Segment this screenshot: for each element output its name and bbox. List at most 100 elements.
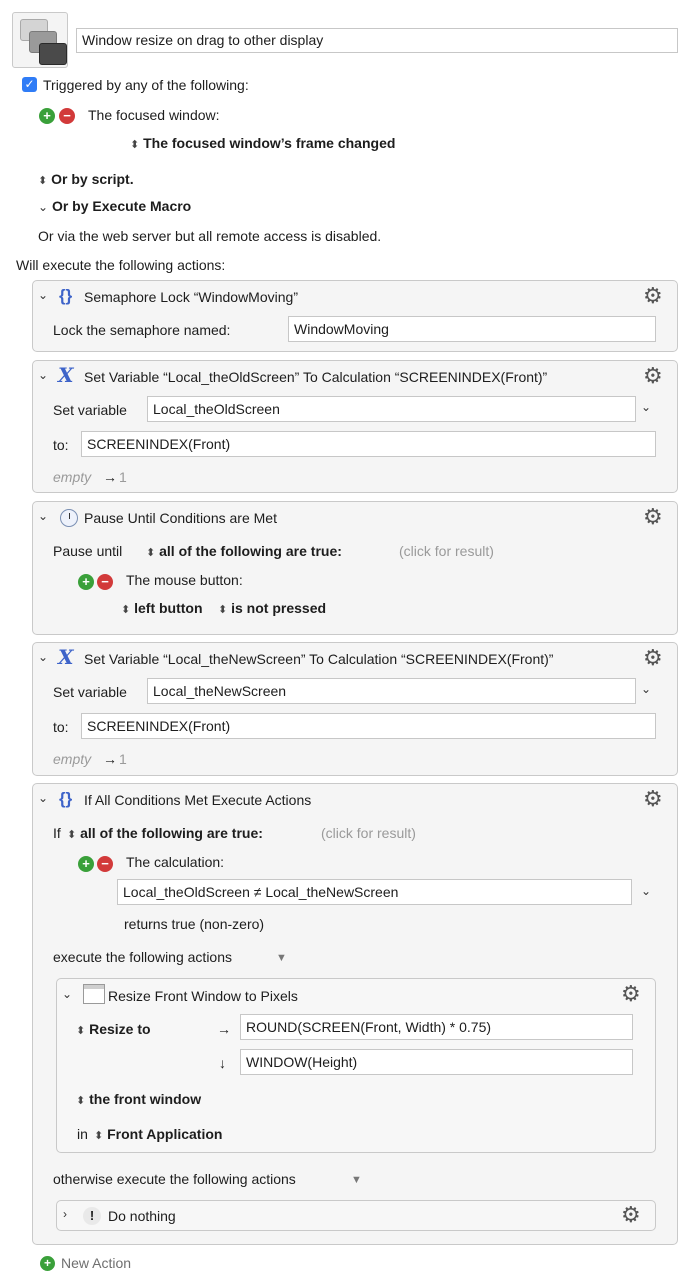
variable-icon: X	[58, 645, 74, 669]
condition-mode-popup[interactable]: ⬍ all of the following are true:	[146, 543, 342, 559]
condition-mode-label: all of the following are true:	[159, 543, 342, 559]
remove-condition-button[interactable]: −	[97, 856, 113, 872]
execute-label: execute the following actions	[53, 949, 232, 965]
or-by-execute-macro-label: Or by Execute Macro	[51, 198, 192, 214]
returns-note: returns true (non-zero)	[124, 916, 265, 932]
condition-mode-popup[interactable]: ⬍ all of the following are true:	[67, 825, 263, 841]
triggered-label: Triggered by any of the following:	[43, 77, 249, 93]
chevron-down-icon[interactable]: ⌄	[641, 682, 651, 696]
gear-icon[interactable]: ⚙	[643, 506, 663, 528]
action-do-nothing[interactable]: › ! Do nothing ⚙	[56, 1200, 656, 1231]
semaphore-name-field[interactable]: WindowMoving	[288, 316, 656, 342]
chevron-down-icon: ⌄	[38, 200, 49, 214]
action-title: Set Variable “Local_theNewScreen” To Cal…	[84, 651, 554, 667]
calculation-field[interactable]: SCREENINDEX(Front)	[81, 431, 656, 457]
window-target-popup[interactable]: ⬍ the front window	[76, 1091, 201, 1107]
width-field[interactable]: ROUND(SCREEN(Front, Width) * 0.75)	[240, 1014, 633, 1040]
gear-icon[interactable]: ⚙	[643, 285, 663, 307]
chevron-down-icon[interactable]: ⌄	[62, 987, 72, 1001]
action-if-all-conditions[interactable]: ⌄ {} If All Conditions Met Execute Actio…	[32, 783, 678, 1245]
result-prefix: empty	[53, 469, 92, 485]
focused-window-label: The focused window:	[88, 107, 220, 123]
chevron-down-icon[interactable]: ⌄	[38, 650, 48, 664]
new-action-icon[interactable]: +	[40, 1256, 55, 1271]
mouse-button-label: The mouse button:	[126, 572, 243, 588]
chevron-down-icon[interactable]: ⌄	[641, 400, 651, 414]
macro-name-field[interactable]: Window resize on drag to other display	[76, 28, 678, 53]
resize-mode-label: Resize to	[89, 1021, 151, 1037]
action-set-variable-new[interactable]: ⌄ X Set Variable “Local_theNewScreen” To…	[32, 642, 678, 776]
gear-icon[interactable]: ⚙	[643, 788, 663, 810]
add-trigger-button[interactable]: +	[39, 108, 55, 124]
updown-icon: ⬍	[94, 1130, 104, 1142]
remove-trigger-button[interactable]: −	[59, 108, 75, 124]
mouse-state-value: is not pressed	[231, 600, 327, 616]
action-set-variable-old[interactable]: ⌄ X Set Variable “Local_theOldScreen” To…	[32, 360, 678, 493]
actions-header: Will execute the following actions:	[16, 257, 226, 273]
window-target-label: the front window	[89, 1091, 202, 1107]
remove-condition-button[interactable]: −	[97, 574, 113, 590]
result-value: 1	[119, 469, 127, 485]
semaphore-icon: {}	[59, 286, 73, 305]
updown-icon: ⬍	[76, 1025, 86, 1037]
action-title: Semaphore Lock “WindowMoving”	[84, 289, 298, 305]
updown-icon: ⬍	[218, 604, 228, 616]
disclosure-triangle-icon[interactable]: ▼	[276, 952, 287, 964]
pause-until-label: Pause until	[53, 543, 123, 559]
web-server-note: Or via the web server but all remote acc…	[38, 228, 382, 244]
action-title: Resize Front Window to Pixels	[108, 988, 298, 1004]
to-label: to:	[53, 437, 69, 453]
updown-icon: ⬍	[130, 139, 140, 151]
window-icon	[83, 984, 105, 1004]
app-target-label: Front Application	[107, 1126, 223, 1142]
gear-icon[interactable]: ⚙	[643, 647, 663, 669]
action-pause-until[interactable]: ⌄ Pause Until Conditions are Met ⚙ Pause…	[32, 501, 678, 635]
calculation-field[interactable]: SCREENINDEX(Front)	[81, 713, 656, 739]
disclosure-triangle-icon[interactable]: ▼	[351, 1174, 362, 1186]
mouse-button-popup[interactable]: ⬍ left button	[121, 600, 203, 616]
add-condition-button[interactable]: +	[78, 856, 94, 872]
calculation-field[interactable]: Local_theOldScreen ≠ Local_theNewScreen	[117, 879, 632, 905]
or-by-script-label: Or by script.	[51, 171, 134, 187]
action-semaphore-lock[interactable]: ⌄ {} Semaphore Lock “WindowMoving” ⚙ Loc…	[32, 280, 678, 352]
or-by-script-toggle[interactable]: ⬍ Or by script.	[38, 171, 134, 187]
new-action-button[interactable]: New Action	[61, 1255, 131, 1271]
otherwise-label: otherwise execute the following actions	[53, 1171, 296, 1187]
result-prefix: empty	[53, 751, 92, 767]
arrow-right-icon: →	[103, 469, 117, 485]
chevron-down-icon[interactable]: ⌄	[38, 791, 48, 805]
updown-icon: ⬍	[121, 604, 131, 616]
click-for-result[interactable]: (click for result)	[399, 543, 494, 559]
updown-icon: ⬍	[76, 1095, 86, 1107]
variable-name-field[interactable]: Local_theNewScreen	[147, 678, 636, 704]
add-condition-button[interactable]: +	[78, 574, 94, 590]
focused-window-event: The focused window’s frame changed	[143, 135, 396, 151]
action-title: Set Variable “Local_theOldScreen” To Cal…	[84, 369, 548, 385]
click-for-result[interactable]: (click for result)	[321, 825, 416, 841]
gear-icon[interactable]: ⚙	[643, 365, 663, 387]
app-target-popup[interactable]: ⬍ Front Application	[94, 1126, 222, 1142]
gear-icon[interactable]: ⚙	[621, 1204, 641, 1226]
triggered-checkbox[interactable]: ✓	[22, 77, 37, 92]
resize-mode-popup[interactable]: ⬍ Resize to	[76, 1021, 151, 1037]
semaphore-field-label: Lock the semaphore named:	[53, 322, 231, 338]
variable-name-field[interactable]: Local_theOldScreen	[147, 396, 636, 422]
or-by-execute-macro-toggle[interactable]: ⌄ Or by Execute Macro	[38, 198, 191, 214]
gear-icon[interactable]: ⚙	[621, 983, 641, 1005]
set-variable-label: Set variable	[53, 684, 127, 700]
macro-icon[interactable]	[12, 12, 68, 68]
chevron-right-icon[interactable]: ›	[63, 1207, 67, 1221]
mouse-state-popup[interactable]: ⬍ is not pressed	[218, 600, 326, 616]
chevron-down-icon[interactable]: ⌄	[38, 509, 48, 523]
chevron-down-icon[interactable]: ⌄	[38, 288, 48, 302]
in-label: in	[77, 1126, 88, 1142]
arrow-down-icon: ↓	[219, 1055, 226, 1071]
focused-window-event-popup[interactable]: ⬍ The focused window’s frame changed	[130, 135, 395, 151]
chevron-down-icon[interactable]: ⌄	[641, 884, 651, 898]
clock-icon	[60, 509, 78, 527]
chevron-down-icon[interactable]: ⌄	[38, 368, 48, 382]
action-resize-front-window[interactable]: ⌄ Resize Front Window to Pixels ⚙ ⬍ Resi…	[56, 978, 656, 1153]
height-field[interactable]: WINDOW(Height)	[240, 1049, 633, 1075]
action-title: Pause Until Conditions are Met	[84, 510, 277, 526]
to-label: to:	[53, 719, 69, 735]
